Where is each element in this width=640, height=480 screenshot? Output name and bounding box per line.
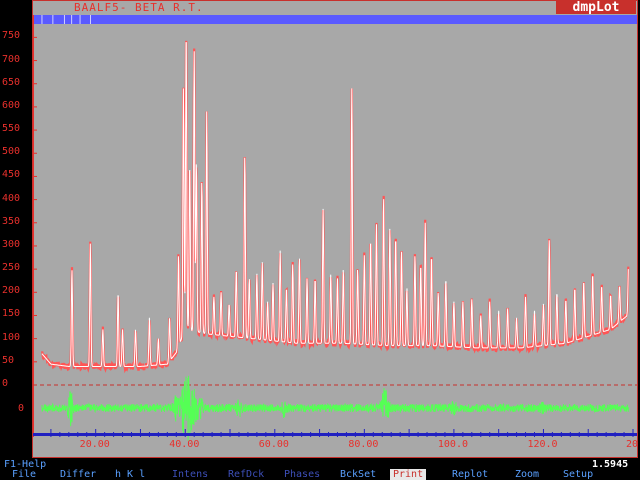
menu-item-intens[interactable]: Intens — [172, 469, 208, 480]
y-tick-label: 200 — [2, 285, 21, 297]
y-tick-label: 350 — [2, 215, 21, 227]
y-tick-label: 450 — [2, 169, 21, 181]
y-tick-label: 750 — [2, 30, 21, 42]
y-tick-label: 550 — [2, 123, 21, 135]
menu-bar: File Differ h K l Intens RefDck Phases BckSet P… — [0, 469, 640, 480]
y-tick-label: 500 — [2, 146, 21, 158]
dataset-title: BAALF5- BETA R.T. — [74, 1, 204, 14]
observed-profile — [40, 40, 630, 374]
menu-item-file[interactable]: File — [12, 469, 36, 480]
y-tick-label: 250 — [2, 262, 21, 274]
menu-item-bckset[interactable]: BckSet — [340, 469, 376, 480]
plot-area[interactable] — [32, 0, 638, 458]
menu-item-refdck[interactable]: RefDck — [228, 469, 264, 480]
x-tick-label: 40.00 — [169, 439, 200, 450]
menu-item-h-k-l[interactable]: h K l — [115, 469, 145, 480]
app-logo: dmpLot — [556, 1, 636, 14]
x-tick-label: 20.00 — [79, 439, 110, 450]
x-tick-label: 100.0 — [437, 439, 468, 450]
difference-curve — [41, 375, 629, 441]
y-tick-label: 50 — [2, 354, 15, 366]
y-tick-label: 600 — [2, 99, 21, 111]
y-tick-label: 150 — [2, 308, 21, 320]
y-tick-label: 650 — [2, 76, 21, 88]
x-tick-label: 120.0 — [527, 439, 558, 450]
y-tick-label: 100 — [2, 331, 21, 343]
x-tick-label: 80.00 — [348, 439, 379, 450]
y-tick-label: 700 — [2, 53, 21, 65]
menu-item-setup[interactable]: Setup — [563, 469, 593, 480]
menu-item-zoom[interactable]: Zoom — [515, 469, 539, 480]
reflection-tick-bar — [33, 15, 637, 24]
y-tick-label: 0 — [2, 378, 9, 389]
menu-item-phases[interactable]: Phases — [284, 469, 320, 480]
calculated-profile — [41, 42, 629, 367]
menu-item-print[interactable]: Print — [390, 469, 427, 480]
dmplot-screen: BAALF5- BETA R.T. dmpLot 750 700 650 600 550… — [0, 0, 640, 480]
menu-item-replot[interactable]: Replot — [452, 469, 488, 480]
difference-zero-label: 0 — [18, 403, 25, 414]
x-tick-label: 20 — [626, 439, 639, 450]
diffraction-plot[interactable] — [33, 1, 637, 457]
menu-item-differ[interactable]: Differ — [60, 469, 96, 480]
y-tick-label: 300 — [2, 238, 21, 250]
x-tick-label: 60.00 — [258, 439, 289, 450]
y-tick-label: 400 — [2, 192, 21, 204]
